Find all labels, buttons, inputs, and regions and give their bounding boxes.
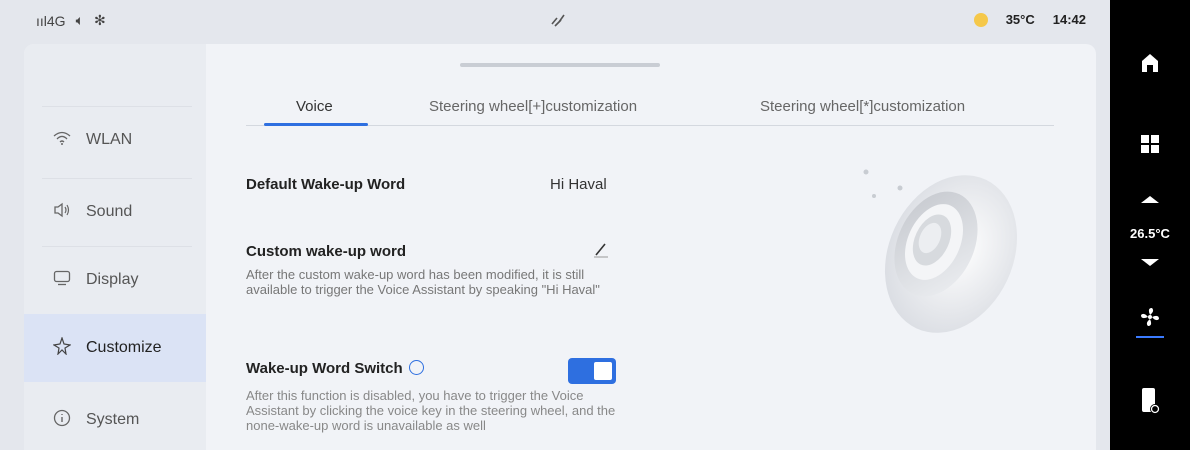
- wake-word-toggle[interactable]: [568, 358, 616, 384]
- info-icon: [52, 409, 72, 432]
- status-left: ııl4G 🔈︎ ✻: [36, 12, 106, 29]
- active-tab-indicator: [264, 123, 368, 126]
- status-right: 35°C 14:42: [973, 12, 1086, 27]
- sidebar-item-wlan[interactable]: WLAN: [24, 106, 206, 174]
- temp-down-icon[interactable]: [1110, 256, 1190, 274]
- tab-steering-plus[interactable]: Steering wheel[+]customization: [429, 98, 637, 115]
- wake-switch-label: Wake-up Word Switch: [246, 360, 403, 377]
- sidebar-item-display[interactable]: Display: [24, 246, 206, 314]
- cabin-temperature: 26.5°C: [1130, 226, 1170, 241]
- fan-icon[interactable]: [1110, 306, 1190, 333]
- wake-switch-description: After this function is disabled, you hav…: [246, 388, 616, 433]
- help-circle-icon[interactable]: [408, 360, 424, 375]
- signal-indicator: ııl4G: [36, 12, 66, 29]
- bluetooth-icon: ✻: [93, 12, 106, 28]
- sidebar: WLAN Sound Display Customize System: [24, 44, 206, 450]
- status-bar: ııl4G 🔈︎ ✻ 35°C 14:42: [0, 0, 1110, 42]
- sparkle-icon: [52, 335, 72, 360]
- right-rail: 26.5°C: [1110, 0, 1190, 450]
- voice-illustration: [826, 144, 1046, 344]
- tab-bar: Voice Steering wheel[+]customization Ste…: [246, 94, 1054, 126]
- fan-active-indicator: [1136, 336, 1164, 338]
- tab-voice[interactable]: Voice: [296, 98, 333, 115]
- content-panel: Voice Steering wheel[+]customization Ste…: [206, 44, 1096, 450]
- outside-temperature: 35°C: [1005, 12, 1035, 27]
- sidebar-item-label: Display: [86, 271, 139, 288]
- speaker-icon: [52, 202, 72, 223]
- wifi-icon: [52, 131, 72, 150]
- speaker-icon: 🔈︎: [75, 12, 84, 28]
- clock: 14:42: [1052, 12, 1086, 27]
- temp-up-icon[interactable]: [1110, 192, 1190, 210]
- wake-switch-title: Wake-up Word Switch: [246, 360, 424, 377]
- settings-card: WLAN Sound Display Customize System Voic…: [24, 44, 1096, 450]
- drag-handle[interactable]: [460, 63, 660, 67]
- sidebar-item-label: Sound: [86, 203, 133, 220]
- phone-settings-icon[interactable]: [1110, 386, 1190, 421]
- weather-sun-icon: [973, 12, 988, 27]
- voice-wave-icon: [548, 10, 568, 35]
- sidebar-item-label: System: [86, 411, 140, 428]
- sidebar-item-sound[interactable]: Sound: [24, 178, 206, 246]
- default-wake-value: Hi Haval: [550, 176, 607, 193]
- sidebar-item-customize[interactable]: Customize: [24, 314, 206, 382]
- home-icon[interactable]: [1110, 52, 1190, 79]
- edit-icon[interactable]: [592, 240, 610, 258]
- custom-wake-title: Custom wake-up word: [246, 243, 407, 260]
- default-wake-title: Default Wake-up Word: [246, 176, 406, 193]
- tab-steering-star[interactable]: Steering wheel[*]customization: [760, 98, 965, 115]
- settings-screen: ııl4G 🔈︎ ✻ 35°C 14:42 WLAN Sound Display…: [0, 0, 1110, 450]
- sidebar-item-label: Customize: [86, 339, 162, 356]
- apps-grid-icon[interactable]: [1110, 134, 1190, 159]
- toggle-knob: [594, 362, 612, 380]
- sidebar-item-label: WLAN: [86, 131, 133, 148]
- custom-wake-description: After the custom wake-up word has been m…: [246, 267, 600, 297]
- monitor-icon: [52, 270, 72, 291]
- sidebar-item-system[interactable]: System: [24, 386, 206, 450]
